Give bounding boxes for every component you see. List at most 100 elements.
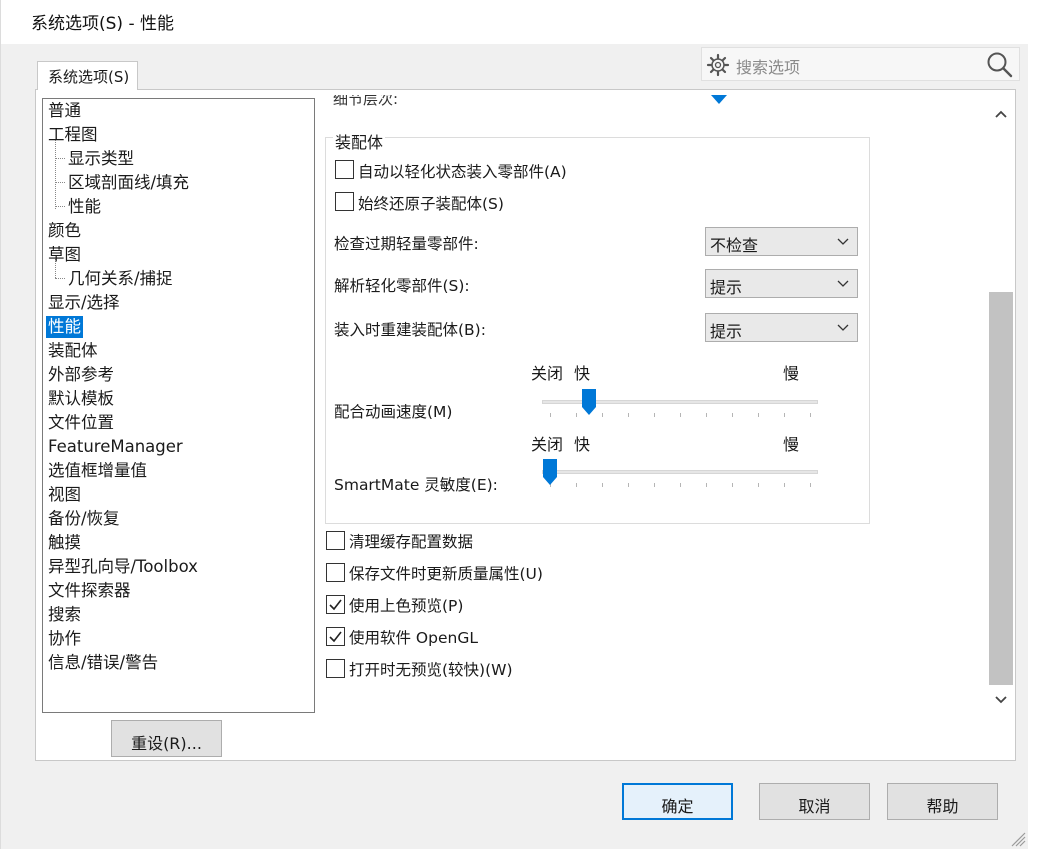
tree-item[interactable]: 默认模板 [48,388,114,410]
slider-tick [732,483,733,487]
slider-tick [628,483,629,487]
tree-item[interactable]: FeatureManager [48,436,183,458]
slider-track[interactable] [542,470,818,474]
slider-tick [576,483,577,487]
option-label: 打开时无预览(较快)(W) [349,661,513,679]
restore-subassembly-checkbox[interactable] [335,192,354,211]
option-checkbox[interactable] [326,531,345,550]
ok-button[interactable]: 确定 [622,783,733,820]
check-outdated-select[interactable]: 不检查 [705,227,858,256]
slider-thumb[interactable] [581,388,597,416]
tree-item[interactable]: 显示/选择 [48,292,120,314]
slider-tick [654,413,655,417]
rebuild-on-load-value: 提示 [710,322,743,341]
tree-connector [55,206,65,207]
slider-tick [550,413,551,417]
tree-item[interactable]: 普通 [48,100,81,122]
mate-anim-off-label: 关闭 [531,364,564,383]
tree-connector [55,158,65,159]
chevron-down-icon [837,324,849,331]
title-bar: 系统选项(S) - 性能 [1,0,1029,44]
tree-item[interactable]: 触摸 [48,532,81,554]
slider-tick [602,413,603,417]
search-icon[interactable] [985,50,1015,80]
option-label: 保存文件时更新质量属性(U) [349,565,543,583]
resolve-light-value: 提示 [710,278,743,297]
option-checkbox[interactable] [326,563,345,582]
slider-tick [706,413,707,417]
slider-tick [680,483,681,487]
performance-settings: 细节层次: 装配体 自动以轻化状态装入零部件(A) 始终还原子装配体(S) 检查… [321,95,986,715]
tree-item[interactable]: 视图 [48,484,81,506]
smartmate-label: SmartMate 灵敏度(E): [334,476,498,494]
slider-tick [810,413,811,417]
tree-item[interactable]: 工程图 [48,124,98,146]
tree-item[interactable]: 信息/错误/警告 [48,652,158,674]
slider-thumb[interactable] [542,458,558,486]
tree-item[interactable]: 文件探索器 [48,580,131,602]
light-load-checkbox[interactable] [335,160,354,179]
gear-icon[interactable] [704,51,732,79]
search-box[interactable]: 搜索选项 [701,47,1020,81]
tree-item[interactable]: 显示类型 [68,148,134,170]
chevron-down-icon [837,280,849,287]
scroll-up-icon[interactable] [994,109,1008,119]
check-outdated-value: 不检查 [710,236,759,255]
checkmark-icon [329,631,342,643]
tree-item[interactable]: 草图 [48,244,81,266]
slider-tick [758,483,759,487]
tree-item[interactable]: 异型孔向导/Toolbox [48,556,198,578]
tree-connector [55,182,65,183]
tree-item[interactable]: 外部参考 [48,364,114,386]
vertical-scrollbar[interactable] [987,97,1015,715]
help-button[interactable]: 帮助 [887,783,998,820]
reset-button[interactable]: 重设(R)... [111,720,222,757]
options-tree[interactable]: 普通 工程图 显示类型 区域剖面线/填充 性能 颜色 草图 几何关系/捕捉 显示/选择 性能 装配体… [42,98,315,713]
mate-anim-label: 配合动画速度(M) [334,403,453,421]
cancel-button[interactable]: 取消 [759,783,870,820]
resolve-light-select[interactable]: 提示 [705,269,858,298]
tree-item[interactable]: 搜索 [48,604,81,626]
option-checkbox[interactable] [326,659,345,678]
option-label: 使用软件 OpenGL [349,629,478,647]
group-title: 装配体 [333,129,386,153]
light-load-label: 自动以轻化状态装入零部件(A) [358,163,567,181]
option-checkbox[interactable] [326,627,345,646]
slider-tick [810,483,811,487]
tree-item[interactable]: 颜色 [48,220,81,242]
system-options-dialog: 系统选项(S) - 性能 搜索选项 系统选项(S) 普通 工程图 显示类型 区域剖面线… [0,0,1029,849]
slider-tick [706,483,707,487]
tree-item[interactable]: 选值框增量值 [48,460,147,482]
rebuild-on-load-select[interactable]: 提示 [705,313,858,342]
window-title: 系统选项(S) - 性能 [31,14,174,34]
scrollbar-thumb[interactable] [989,292,1013,685]
tree-item[interactable]: 性能 [68,196,101,218]
option-label: 清理缓存配置数据 [349,533,474,551]
resize-grip-icon[interactable] [1008,829,1026,847]
search-input[interactable]: 搜索选项 [736,54,800,78]
smartmate-fast-label: 快 [574,435,591,454]
tab-system-options[interactable]: 系统选项(S) [37,61,138,90]
option-checkbox[interactable] [326,595,345,614]
detail-level-label: 细节层次: [333,95,399,108]
slider-tick [732,413,733,417]
resolve-light-label: 解析轻化零部件(S): [334,277,470,295]
slider-tick [576,413,577,417]
slider-tick [784,413,785,417]
tree-item[interactable]: 文件位置 [48,412,114,434]
tree-item[interactable]: 性能 [46,316,83,338]
tree-connector [55,139,56,209]
smartmate-off-label: 关闭 [531,435,564,454]
tree-item[interactable]: 几何关系/捕捉 [68,268,173,290]
tree-item[interactable]: 区域剖面线/填充 [68,172,189,194]
slider-tick [654,483,655,487]
tree-connector [55,278,65,279]
rebuild-on-load-label: 装入时重建装配体(B): [334,321,486,339]
detail-level-thumb[interactable] [711,95,727,105]
scroll-down-icon[interactable] [994,695,1008,705]
tree-item[interactable]: 备份/恢复 [48,508,120,530]
tree-item[interactable]: 协作 [48,628,81,650]
tree-item[interactable]: 装配体 [48,340,98,362]
slider-tick [602,483,603,487]
mate-anim-fast-label: 快 [574,364,591,383]
